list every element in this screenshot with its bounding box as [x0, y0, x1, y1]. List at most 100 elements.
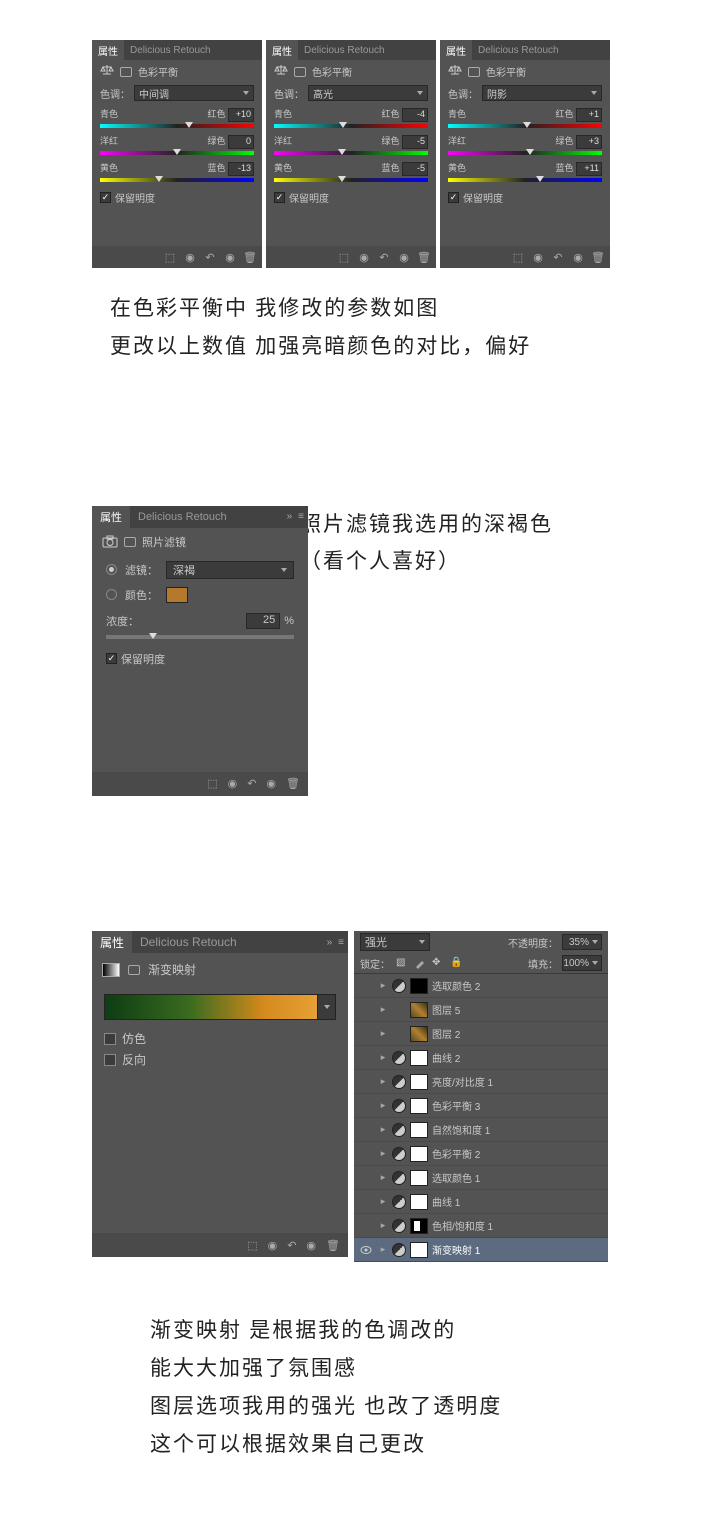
slider-track[interactable] — [448, 124, 602, 128]
layer-thumbnail[interactable] — [410, 1002, 428, 1018]
trash-icon[interactable]: 🗑 — [326, 1239, 340, 1252]
slider-track[interactable] — [274, 178, 428, 182]
radio-color[interactable] — [106, 589, 117, 600]
value-yellow-blue[interactable]: +11 — [576, 162, 602, 176]
layer-row[interactable]: ▸曲线 2 — [354, 1046, 608, 1070]
tab-delicious-retouch[interactable]: Delicious Retouch — [124, 40, 217, 60]
preserve-luminosity-checkbox[interactable]: ✓ 保留明度 — [440, 188, 610, 207]
layer-row[interactable]: ▸图层 5 — [354, 998, 608, 1022]
slider-track[interactable] — [448, 178, 602, 182]
slider-thumb[interactable] — [338, 149, 346, 157]
clip-icon[interactable]: ⬚ — [512, 251, 524, 263]
slider-thumb[interactable] — [523, 122, 531, 130]
clip-icon[interactable]: ⬚ — [207, 777, 217, 790]
tab-delicious-retouch[interactable]: Delicious Retouch — [132, 931, 245, 953]
view-previous-icon[interactable]: ◉ — [228, 777, 238, 790]
layer-mask-icon[interactable] — [410, 1098, 428, 1114]
layer-thumbnail[interactable] — [410, 1026, 428, 1042]
slider-track[interactable] — [274, 124, 428, 128]
layer-mask-icon[interactable] — [410, 978, 428, 994]
layer-expand-icon[interactable]: ▸ — [378, 1172, 388, 1183]
slider-track[interactable] — [100, 178, 254, 182]
tab-properties[interactable]: 属性 — [266, 40, 298, 60]
preserve-luminosity-checkbox[interactable]: ✓ 保留明度 — [92, 645, 308, 673]
lock-transparent-icon[interactable]: ▧ — [396, 957, 408, 969]
layer-row[interactable]: ▸色彩平衡 3 — [354, 1094, 608, 1118]
density-value[interactable]: 25 — [246, 613, 280, 629]
layer-mask-icon[interactable] — [410, 1122, 428, 1138]
clip-icon[interactable]: ⬚ — [164, 251, 176, 263]
layer-mask-icon[interactable] — [410, 1050, 428, 1066]
layer-row[interactable]: ▸亮度/对比度 1 — [354, 1070, 608, 1094]
menu-icon[interactable]: ≡ — [298, 511, 304, 522]
filter-select[interactable]: 深褐 — [166, 561, 294, 579]
layer-row[interactable]: ▸选取颜色 2 — [354, 974, 608, 998]
expand-icon[interactable]: » — [327, 937, 333, 948]
eye-icon[interactable]: ◉ — [398, 251, 410, 263]
reset-icon[interactable]: ↶ — [378, 251, 390, 263]
tone-select[interactable]: 中间调 — [134, 85, 254, 101]
eye-icon[interactable]: ◉ — [572, 251, 584, 263]
slider-thumb[interactable] — [338, 176, 346, 184]
layer-row[interactable]: ▸渐变映射 1 — [354, 1238, 608, 1262]
slider-thumb[interactable] — [185, 122, 193, 130]
layer-row[interactable]: ▸色相/饱和度 1 — [354, 1214, 608, 1238]
slider-thumb[interactable] — [526, 149, 534, 157]
layer-mask-icon[interactable] — [410, 1242, 428, 1258]
tab-delicious-retouch[interactable]: Delicious Retouch — [472, 40, 565, 60]
reverse-checkbox[interactable]: 反向 — [92, 1049, 348, 1070]
reset-icon[interactable]: ↶ — [287, 1239, 296, 1252]
slider-track[interactable] — [100, 151, 254, 155]
opacity-value[interactable]: 35% — [562, 934, 602, 950]
view-previous-icon[interactable]: ◉ — [184, 251, 196, 263]
reset-icon[interactable]: ↶ — [247, 777, 256, 790]
tab-delicious-retouch[interactable]: Delicious Retouch — [298, 40, 391, 60]
layer-expand-icon[interactable]: ▸ — [378, 1124, 388, 1135]
reset-icon[interactable]: ↶ — [552, 251, 564, 263]
layer-visibility[interactable] — [358, 1246, 374, 1254]
lock-move-icon[interactable]: ✥ — [432, 957, 444, 969]
menu-icon[interactable]: ≡ — [338, 937, 344, 948]
expand-icon[interactable]: » — [287, 511, 293, 522]
radio-filter[interactable] — [106, 564, 117, 575]
dither-checkbox[interactable]: 仿色 — [92, 1028, 348, 1049]
view-previous-icon[interactable]: ◉ — [268, 1239, 278, 1252]
tab-properties[interactable]: 属性 — [92, 931, 132, 953]
value-cyan-red[interactable]: +10 — [228, 108, 254, 122]
slider-track[interactable] — [448, 151, 602, 155]
value-cyan-red[interactable]: +1 — [576, 108, 602, 122]
slider-track[interactable] — [274, 151, 428, 155]
slider-thumb[interactable] — [149, 633, 157, 641]
layer-mask-icon[interactable] — [410, 1218, 428, 1234]
layer-expand-icon[interactable]: ▸ — [378, 1052, 388, 1063]
slider-track[interactable] — [100, 124, 254, 128]
layer-expand-icon[interactable]: ▸ — [378, 1244, 388, 1255]
trash-icon[interactable]: 🗑 — [244, 251, 256, 263]
value-magenta-green[interactable]: 0 — [228, 135, 254, 149]
slider-thumb[interactable] — [339, 122, 347, 130]
tone-select[interactable]: 阴影 — [482, 85, 602, 101]
color-swatch[interactable] — [166, 587, 188, 603]
tab-delicious-retouch[interactable]: Delicious Retouch — [130, 506, 235, 528]
view-previous-icon[interactable]: ◉ — [358, 251, 370, 263]
gradient-preview[interactable] — [104, 994, 336, 1020]
layer-row[interactable]: ▸色彩平衡 2 — [354, 1142, 608, 1166]
layer-mask-icon[interactable] — [410, 1170, 428, 1186]
layer-expand-icon[interactable]: ▸ — [378, 1196, 388, 1207]
blend-mode-select[interactable]: 强光 — [360, 933, 430, 951]
view-previous-icon[interactable]: ◉ — [532, 251, 544, 263]
layer-expand-icon[interactable]: ▸ — [378, 1028, 388, 1039]
layer-row[interactable]: ▸图层 2 — [354, 1022, 608, 1046]
layer-expand-icon[interactable]: ▸ — [378, 980, 388, 991]
preserve-luminosity-checkbox[interactable]: ✓ 保留明度 — [266, 188, 436, 207]
trash-icon[interactable]: 🗑 — [592, 251, 604, 263]
eye-icon[interactable]: ◉ — [306, 1239, 316, 1252]
clip-icon[interactable]: ⬚ — [338, 251, 350, 263]
layer-expand-icon[interactable]: ▸ — [378, 1076, 388, 1087]
value-magenta-green[interactable]: +3 — [576, 135, 602, 149]
slider-thumb[interactable] — [173, 149, 181, 157]
clip-icon[interactable]: ⬚ — [247, 1239, 257, 1252]
layer-row[interactable]: ▸自然饱和度 1 — [354, 1118, 608, 1142]
value-cyan-red[interactable]: -4 — [402, 108, 428, 122]
layer-expand-icon[interactable]: ▸ — [378, 1148, 388, 1159]
